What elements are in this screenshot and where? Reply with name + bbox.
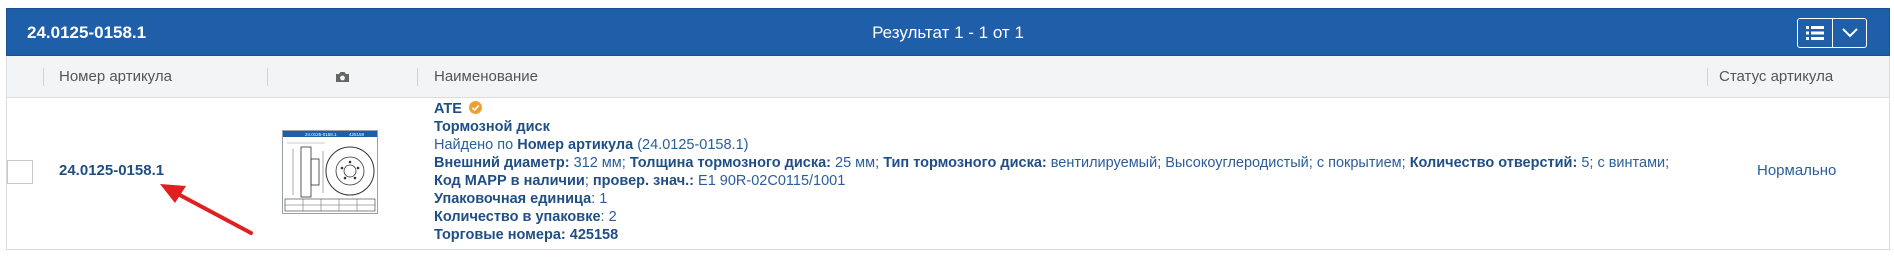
expand-toggle-button[interactable] <box>1832 19 1866 47</box>
brand-name[interactable]: ATE <box>434 101 462 117</box>
table-header: Номер артикула Наименование Статус артик… <box>6 56 1890 98</box>
attr-label: Количество отверстий: <box>1409 155 1578 171</box>
list-icon <box>1806 26 1824 40</box>
column-divider <box>43 68 44 86</box>
packing-unit-line: Упаковочная единица: 1 <box>434 191 608 207</box>
attributes-line: Внешний диаметр: 312 мм; Толщина тормозн… <box>434 154 1669 172</box>
column-header-article[interactable]: Номер артикула <box>59 68 172 85</box>
camera-icon <box>336 72 349 82</box>
article-status: Нормально <box>1757 162 1837 179</box>
row-checkbox[interactable] <box>7 160 33 184</box>
attr-label: Тип тормозного диска: <box>883 155 1047 171</box>
article-number-link[interactable]: 24.0125-0158.1 <box>59 162 164 179</box>
column-header-name[interactable]: Наименование <box>434 68 538 85</box>
brand-line: ATE <box>434 100 1669 118</box>
brake-disc-drawing: 24.0125-0158.1 425158 <box>283 131 377 212</box>
attr-value: 5; с винтами; <box>1577 155 1670 171</box>
column-header-status[interactable]: Статус артикула <box>1719 68 1833 85</box>
thumbnail-label-left: 24.0125-0158.1 <box>305 132 337 137</box>
thumbnail-label-right: 425158 <box>349 132 365 137</box>
product-thumbnail[interactable]: 24.0125-0158.1 425158 <box>282 130 378 214</box>
attr-value: вентилируемый; Высокоуглеродистый; с пок… <box>1046 155 1410 171</box>
trade-numbers-line: Торговые номера: 425158 <box>434 227 619 243</box>
view-toggle-group <box>1797 18 1867 48</box>
chevron-down-icon <box>1841 28 1858 38</box>
column-divider <box>267 68 268 86</box>
attr-value: 25 мм; <box>831 155 884 171</box>
verified-badge-icon <box>468 101 482 114</box>
product-title: Тормозной диск <box>434 119 550 135</box>
result-count: Результат 1 - 1 от 1 <box>872 23 1024 42</box>
attr-value: 312 мм; <box>569 155 630 171</box>
attr-label: Внешний диаметр: <box>434 155 570 171</box>
column-divider <box>417 68 418 86</box>
product-description: ATE Тормозной диск Найдено по Номер арти… <box>434 100 1669 244</box>
found-by-line: Найдено по Номер артикула (24.0125-0158.… <box>434 137 749 153</box>
attr-label: Толщина тормозного диска: <box>629 155 831 171</box>
column-divider <box>1707 68 1708 86</box>
certification-line: Код МАРР в наличии; провер. знач.: E1 90… <box>434 173 846 189</box>
results-toolbar: 24.0125-0158.1 Результат 1 - 1 от 1 <box>6 8 1890 56</box>
packing-qty-line: Количество в упаковке: 2 <box>434 209 617 225</box>
list-view-button[interactable] <box>1798 19 1832 47</box>
table-row: 24.0125-0158.1 24.0125-0158.1 425158 ATE… <box>6 98 1890 250</box>
